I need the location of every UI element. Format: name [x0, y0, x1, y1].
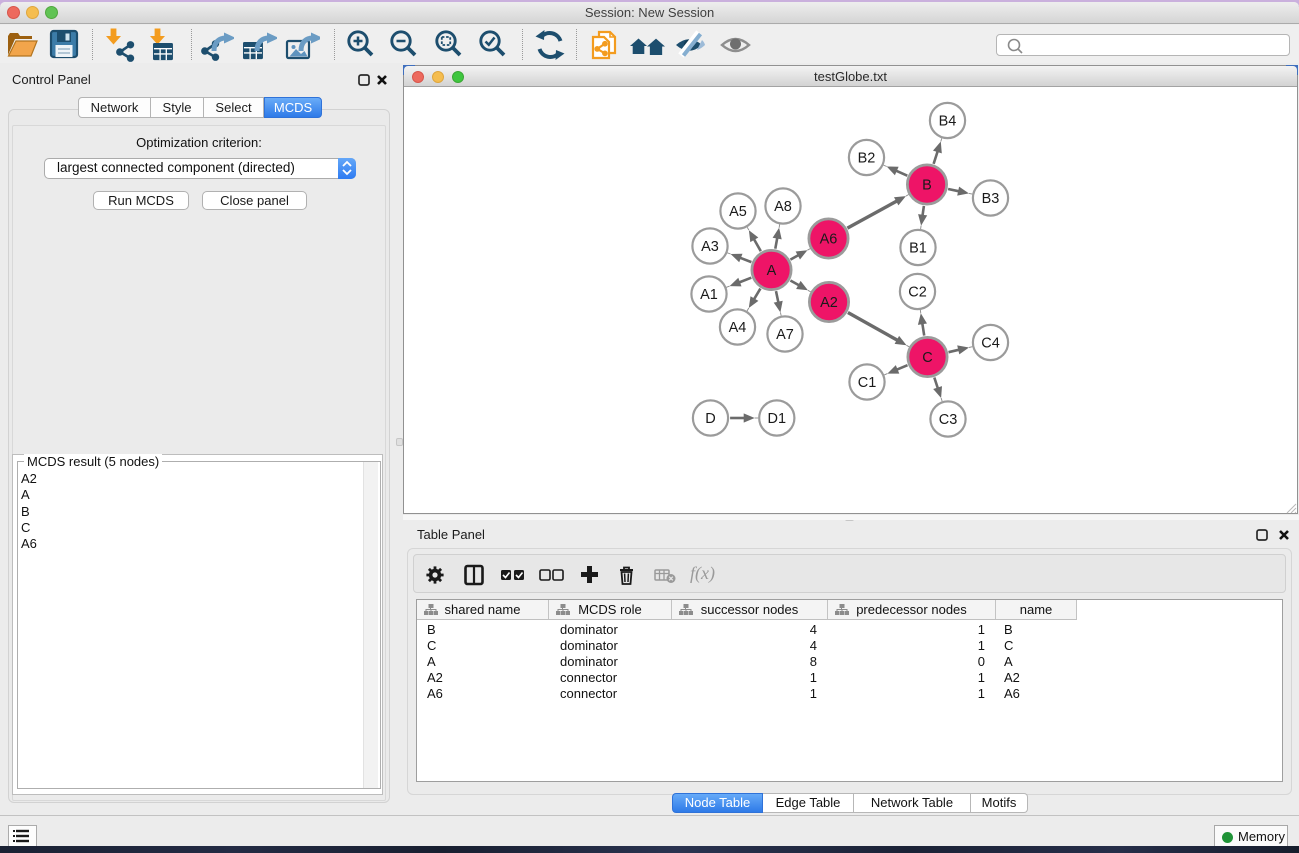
svg-text:C: C [922, 350, 932, 366]
svg-text:A8: A8 [774, 199, 792, 215]
svg-text:A6: A6 [820, 232, 838, 248]
svg-text:B2: B2 [858, 151, 876, 167]
svg-text:B: B [922, 178, 932, 194]
svg-text:D1: D1 [768, 411, 787, 427]
svg-text:B1: B1 [909, 241, 927, 257]
svg-text:C1: C1 [858, 375, 877, 391]
svg-text:A3: A3 [701, 239, 719, 255]
svg-text:A7: A7 [776, 327, 794, 343]
svg-text:A: A [767, 263, 777, 279]
svg-text:A5: A5 [729, 204, 747, 220]
svg-text:A1: A1 [700, 287, 718, 303]
svg-text:C4: C4 [981, 336, 1000, 352]
svg-text:D: D [705, 411, 715, 427]
svg-text:A2: A2 [820, 295, 838, 311]
svg-text:B3: B3 [982, 191, 1000, 207]
svg-text:C3: C3 [939, 412, 958, 428]
svg-text:B4: B4 [939, 114, 957, 130]
svg-text:C2: C2 [908, 285, 927, 301]
svg-text:A4: A4 [729, 320, 747, 336]
